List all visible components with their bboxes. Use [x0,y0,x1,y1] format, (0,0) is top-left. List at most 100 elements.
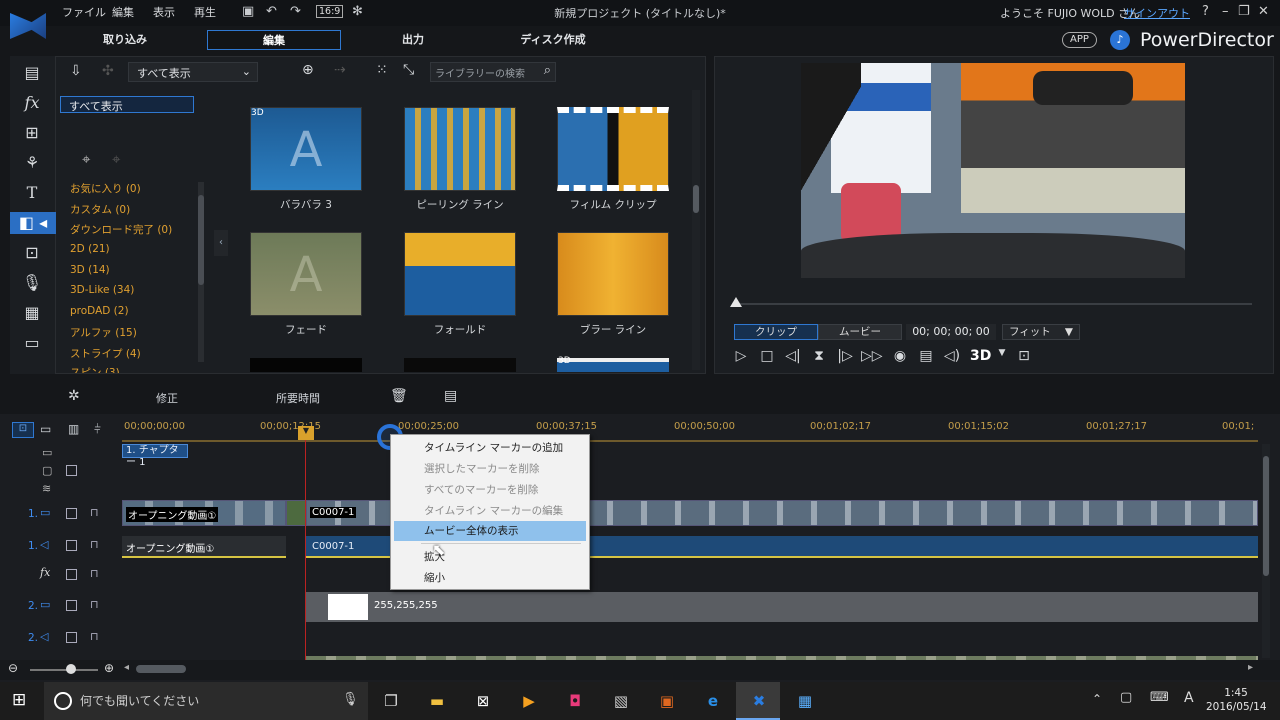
menu-remove-all-markers[interactable]: すべてのマーカーを削除 [394,480,586,500]
notification-bell-icon[interactable]: ♪ [1110,30,1130,50]
stop-icon[interactable]: □ [757,348,777,364]
transition-thumb[interactable] [557,358,669,372]
transition-thumb[interactable]: A [250,107,362,191]
transition-thumb[interactable] [404,232,516,316]
notification-speech-icon[interactable]: ▢ [1120,690,1132,705]
menu-file[interactable]: ファイル [62,4,106,20]
grid-view-icon[interactable]: ⁙ [376,62,388,78]
volume-icon[interactable]: ◁) [942,348,962,364]
more-tools-icon[interactable]: ▤ [444,388,457,404]
voiceover-mic-icon[interactable]: 🎙 [20,272,44,294]
menu-view-entire-movie[interactable]: ムービー全体の表示 [394,521,586,541]
library-scrollbar[interactable] [692,90,700,370]
signout-link[interactable]: サインアウト [1124,5,1190,21]
menu-remove-selected-marker[interactable]: 選択したマーカーを削除 [394,459,586,479]
lock-icon[interactable]: ⊓ [90,598,99,611]
show-hidden-icons-chevron-up-icon[interactable]: ⌃ [1092,692,1102,706]
search-icon[interactable]: ⌕ [544,63,551,78]
collapse-panel-button[interactable]: ‹ [214,230,228,256]
menu-edit[interactable]: 編集 [112,4,134,20]
timeline-view-icon[interactable]: ⊡ [12,422,34,438]
lock-icon[interactable]: ⊓ [90,567,99,580]
magic-tools-icon[interactable]: ✲ [68,388,80,404]
movie-mode-button[interactable]: ムービー [818,324,902,340]
redo-icon[interactable]: ↷ [290,4,301,19]
transition-thumb[interactable] [404,358,516,372]
track-enable-checkbox[interactable] [66,508,77,519]
minimize-icon[interactable]: – [1222,4,1229,19]
scroll-left-arrow-icon[interactable]: ◂ [124,662,129,673]
microphone-icon[interactable]: 🎙 [342,692,359,707]
chapter-marker[interactable]: 1. チャプター 1 [122,444,188,468]
undo-icon[interactable]: ↶ [266,4,277,19]
category-item[interactable]: ダウンロード完了 (0) [70,222,172,237]
fix-enhance-button[interactable]: 修正 [156,390,178,406]
category-item[interactable]: 3D-Like (34) [70,284,134,296]
pip-room-icon[interactable]: ⊞ [20,122,44,144]
menu-add-timeline-marker[interactable]: タイムライン マーカーの追加 [394,438,586,458]
menu-view[interactable]: 表示 [153,4,175,20]
lock-icon[interactable]: ⊓ [90,506,99,519]
transition-clip[interactable] [286,500,306,526]
split-icon[interactable]: ⧗ [809,348,829,364]
title-room-icon[interactable]: T [20,182,44,204]
keyboard-icon[interactable]: ⌨ [1150,690,1169,705]
library-search-input[interactable]: ライブラリーの検索 ⌕ [430,62,556,82]
powerdirector-icon[interactable]: ✖ [746,688,772,714]
track-manager-icon[interactable]: ▥ [68,422,79,436]
storyboard-view-icon[interactable]: ▭ [40,422,51,436]
track-enable-checkbox[interactable] [66,569,77,580]
cortana-search-box[interactable]: 何でも聞いてください [44,682,368,720]
category-item[interactable]: proDAD (2) [70,305,129,317]
transition-thumb[interactable] [557,232,669,316]
library-scroll-thumb[interactable] [693,185,699,213]
category-item[interactable]: スピン (3) [70,365,120,373]
zoom-slider-track[interactable] [30,669,98,671]
category-item[interactable]: カスタム (0) [70,202,130,217]
play-icon[interactable]: ▷ [731,348,751,364]
cortana-icon[interactable] [54,692,72,710]
zoom-in-icon[interactable]: ⊕ [104,661,114,675]
timeline-vscroll-thumb[interactable] [1263,456,1269,576]
category-item[interactable]: お気に入り (0) [70,181,141,196]
lock-icon[interactable]: ⊓ [90,538,99,551]
ime-mode-indicator[interactable]: A [1184,690,1194,706]
undock-preview-icon[interactable]: ⊡ [1014,348,1034,364]
tab-disc[interactable]: ディスク作成 [486,30,620,50]
track-enable-checkbox[interactable] [66,540,77,551]
clip-mode-button[interactable]: クリップ [734,324,818,340]
track-enable-checkbox[interactable] [66,632,77,643]
app-badge[interactable]: APP [1062,32,1097,48]
timecode-display[interactable]: 00; 00; 00; 00 [906,324,996,340]
media-player-icon[interactable]: ▶ [516,688,542,714]
zoom-slider-handle[interactable] [66,664,76,674]
track-enable-checkbox[interactable] [66,600,77,611]
menu-zoom-in[interactable]: 拡大 [394,547,586,567]
media-room-icon[interactable]: ▤ [20,62,44,84]
prev-frame-icon[interactable]: ◁| [783,348,803,364]
category-item[interactable]: アルファ (15) [70,325,137,340]
timeline-hscroll-thumb[interactable] [136,665,186,673]
help-button[interactable]: ? [1202,4,1209,19]
file-explorer-icon[interactable]: ▬ [424,688,450,714]
category-item[interactable]: ストライプ (4) [70,346,141,361]
windows-start-icon[interactable]: ⊞ [12,690,26,710]
close-icon[interactable]: ✕ [1258,4,1269,19]
duration-button[interactable]: 所要時間 [276,390,320,406]
settings-gear-icon[interactable]: ✻ [352,4,363,19]
particle-room-icon[interactable]: ⚘ [20,152,44,174]
transition-thumb[interactable] [250,358,362,372]
next-frame-icon[interactable]: |▷ [835,348,855,364]
app-screen-icon[interactable]: ▦ [792,688,818,714]
snapshot-camera-icon[interactable]: ◉ [890,348,910,364]
3d-dropdown-arrow-icon[interactable]: ▼ [992,348,1012,358]
category-all[interactable]: すべて表示 [60,96,194,113]
zoom-out-icon[interactable]: ⊖ [8,661,18,675]
app-scanner-icon[interactable]: ▧ [608,688,634,714]
save-icon[interactable]: ▣ [242,4,254,19]
library-filter-select[interactable]: すべて表示 ⌄ [128,62,258,82]
system-clock[interactable]: 1:45 2016/05/14 [1206,686,1267,714]
app-pink-icon[interactable]: ◘ [562,688,588,714]
tab-edit[interactable]: 編集 [207,30,341,50]
thumbnail-size-icon[interactable]: ⤡ [403,62,414,78]
